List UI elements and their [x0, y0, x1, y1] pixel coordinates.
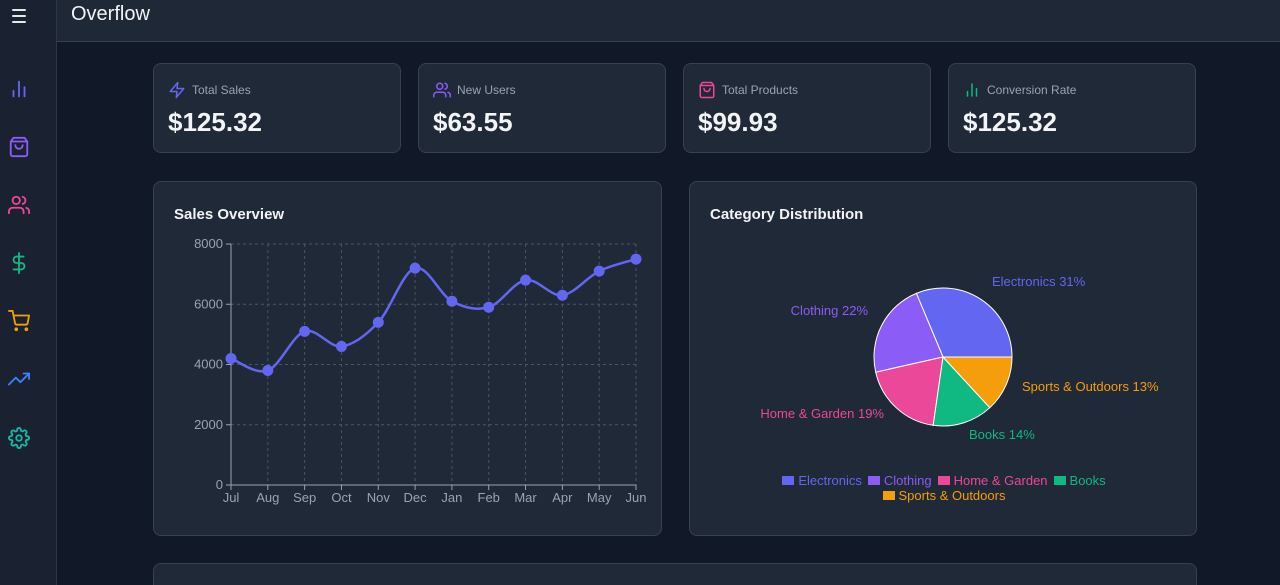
- stat-card-total-products: Total Products $99.93: [683, 63, 931, 153]
- x-tick-label: Sep: [293, 490, 316, 505]
- y-tick-label: 4000: [194, 357, 223, 372]
- legend-item[interactable]: Clothing: [867, 473, 932, 488]
- settings-icon: [8, 427, 30, 449]
- data-point: [446, 295, 458, 307]
- chart-legend: Electronics Clothing Home & Garden Books Spo…: [690, 473, 1198, 503]
- data-point: [593, 265, 605, 277]
- data-point: [372, 316, 384, 328]
- data-point: [299, 325, 311, 337]
- x-tick-label: Oct: [331, 490, 352, 505]
- legend-label: Home & Garden: [953, 473, 1048, 488]
- sales-overview-panel: Sales Overview 0 2000 4000 6000 8000 Jul Aug Se…: [153, 181, 662, 536]
- shopping-bag-icon: [9, 136, 29, 158]
- zap-icon: [168, 81, 186, 99]
- page-title: Overflow: [71, 3, 150, 25]
- sales-line: [230, 257, 637, 373]
- stat-card-new-users: New Users $63.55: [418, 63, 666, 153]
- bar-chart-icon: [12, 80, 26, 98]
- stat-value: $63.55: [433, 107, 513, 137]
- legend-label: Books: [1069, 473, 1106, 488]
- legend-swatch: [882, 491, 895, 500]
- shopping-bag-icon: [698, 81, 716, 99]
- x-tick-label: Jul: [223, 490, 240, 505]
- slice-label: Home & Garden 19%: [760, 406, 884, 421]
- legend-item[interactable]: Home & Garden: [937, 473, 1048, 488]
- sidebar-item-sales[interactable]: [8, 252, 30, 274]
- x-tick-label: Apr: [552, 490, 573, 505]
- stat-card-conversion-rate: Conversion Rate $125.32: [948, 63, 1196, 153]
- stat-label: New Users: [457, 83, 516, 97]
- x-tick-label: May: [587, 490, 612, 505]
- data-point: [556, 289, 568, 301]
- stat-label: Total Sales: [192, 83, 251, 97]
- data-point: [630, 253, 642, 265]
- legend-label: Sports & Outdoors: [898, 488, 1006, 503]
- sidebar-item-products[interactable]: [8, 136, 30, 158]
- bar-chart-icon: [963, 81, 981, 99]
- legend-swatch: [782, 476, 795, 485]
- sidebar-item-users[interactable]: [8, 194, 30, 216]
- dollar-sign-icon: [12, 252, 26, 274]
- stat-value: $125.32: [168, 107, 262, 137]
- legend-swatch: [937, 476, 950, 485]
- x-tick-label: Jun: [626, 490, 647, 505]
- legend-item[interactable]: Electronics: [782, 473, 862, 488]
- x-tick-label: Nov: [367, 490, 391, 505]
- data-point: [225, 352, 237, 364]
- data-point: [335, 340, 347, 352]
- legend-item[interactable]: Sports & Outdoors: [882, 488, 1006, 503]
- users-icon: [8, 195, 30, 215]
- slice-label: Books 14%: [969, 427, 1035, 442]
- legend-item[interactable]: Books: [1053, 473, 1106, 488]
- x-tick-label: Feb: [478, 490, 500, 505]
- data-point: [409, 262, 421, 274]
- shopping-cart-icon: [8, 310, 30, 332]
- legend-swatch: [1053, 476, 1066, 485]
- stat-value: $99.93: [698, 107, 778, 137]
- stat-label: Total Products: [722, 83, 799, 97]
- x-tick-label: Mar: [514, 490, 537, 505]
- slice-label: Clothing 22%: [791, 303, 869, 318]
- x-tick-label: Dec: [404, 490, 428, 505]
- legend-label: Electronics: [798, 473, 862, 488]
- x-tick-label: Jan: [441, 490, 462, 505]
- sidebar: [0, 0, 57, 585]
- sidebar-item-analytics[interactable]: [8, 78, 30, 100]
- users-icon: [433, 81, 451, 99]
- x-tick-label: Aug: [256, 490, 279, 505]
- slice-label: Electronics 31%: [992, 274, 1086, 289]
- sales-line-chart: 02000400060008000Jul Aug Sep Oct Nov Dec Jan Fe…: [194, 236, 647, 505]
- data-point: [262, 365, 274, 377]
- sidebar-item-orders[interactable]: [8, 310, 30, 332]
- trending-up-icon: [8, 372, 30, 386]
- stat-label: Conversion Rate: [987, 83, 1077, 97]
- data-point: [483, 301, 495, 313]
- menu-icon[interactable]: [10, 6, 30, 26]
- slice-label: Sports & Outdoors 13%: [1022, 379, 1159, 394]
- category-distribution-panel: Category Distribution Electronics 31% Clo…: [689, 181, 1197, 536]
- sidebar-item-trends[interactable]: [8, 368, 30, 390]
- bottom-panel: [153, 563, 1197, 585]
- sidebar-item-settings[interactable]: [8, 427, 30, 449]
- legend-swatch: [867, 476, 880, 485]
- y-tick-label: 2000: [194, 417, 223, 432]
- header: Overflow: [57, 0, 1280, 42]
- y-tick-label: 8000: [194, 236, 223, 251]
- stat-value: $125.32: [963, 107, 1057, 137]
- data-point: [520, 274, 532, 286]
- y-tick-label: 6000: [194, 296, 223, 311]
- stat-card-total-sales: Total Sales $125.32: [153, 63, 401, 153]
- legend-label: Clothing: [883, 473, 932, 488]
